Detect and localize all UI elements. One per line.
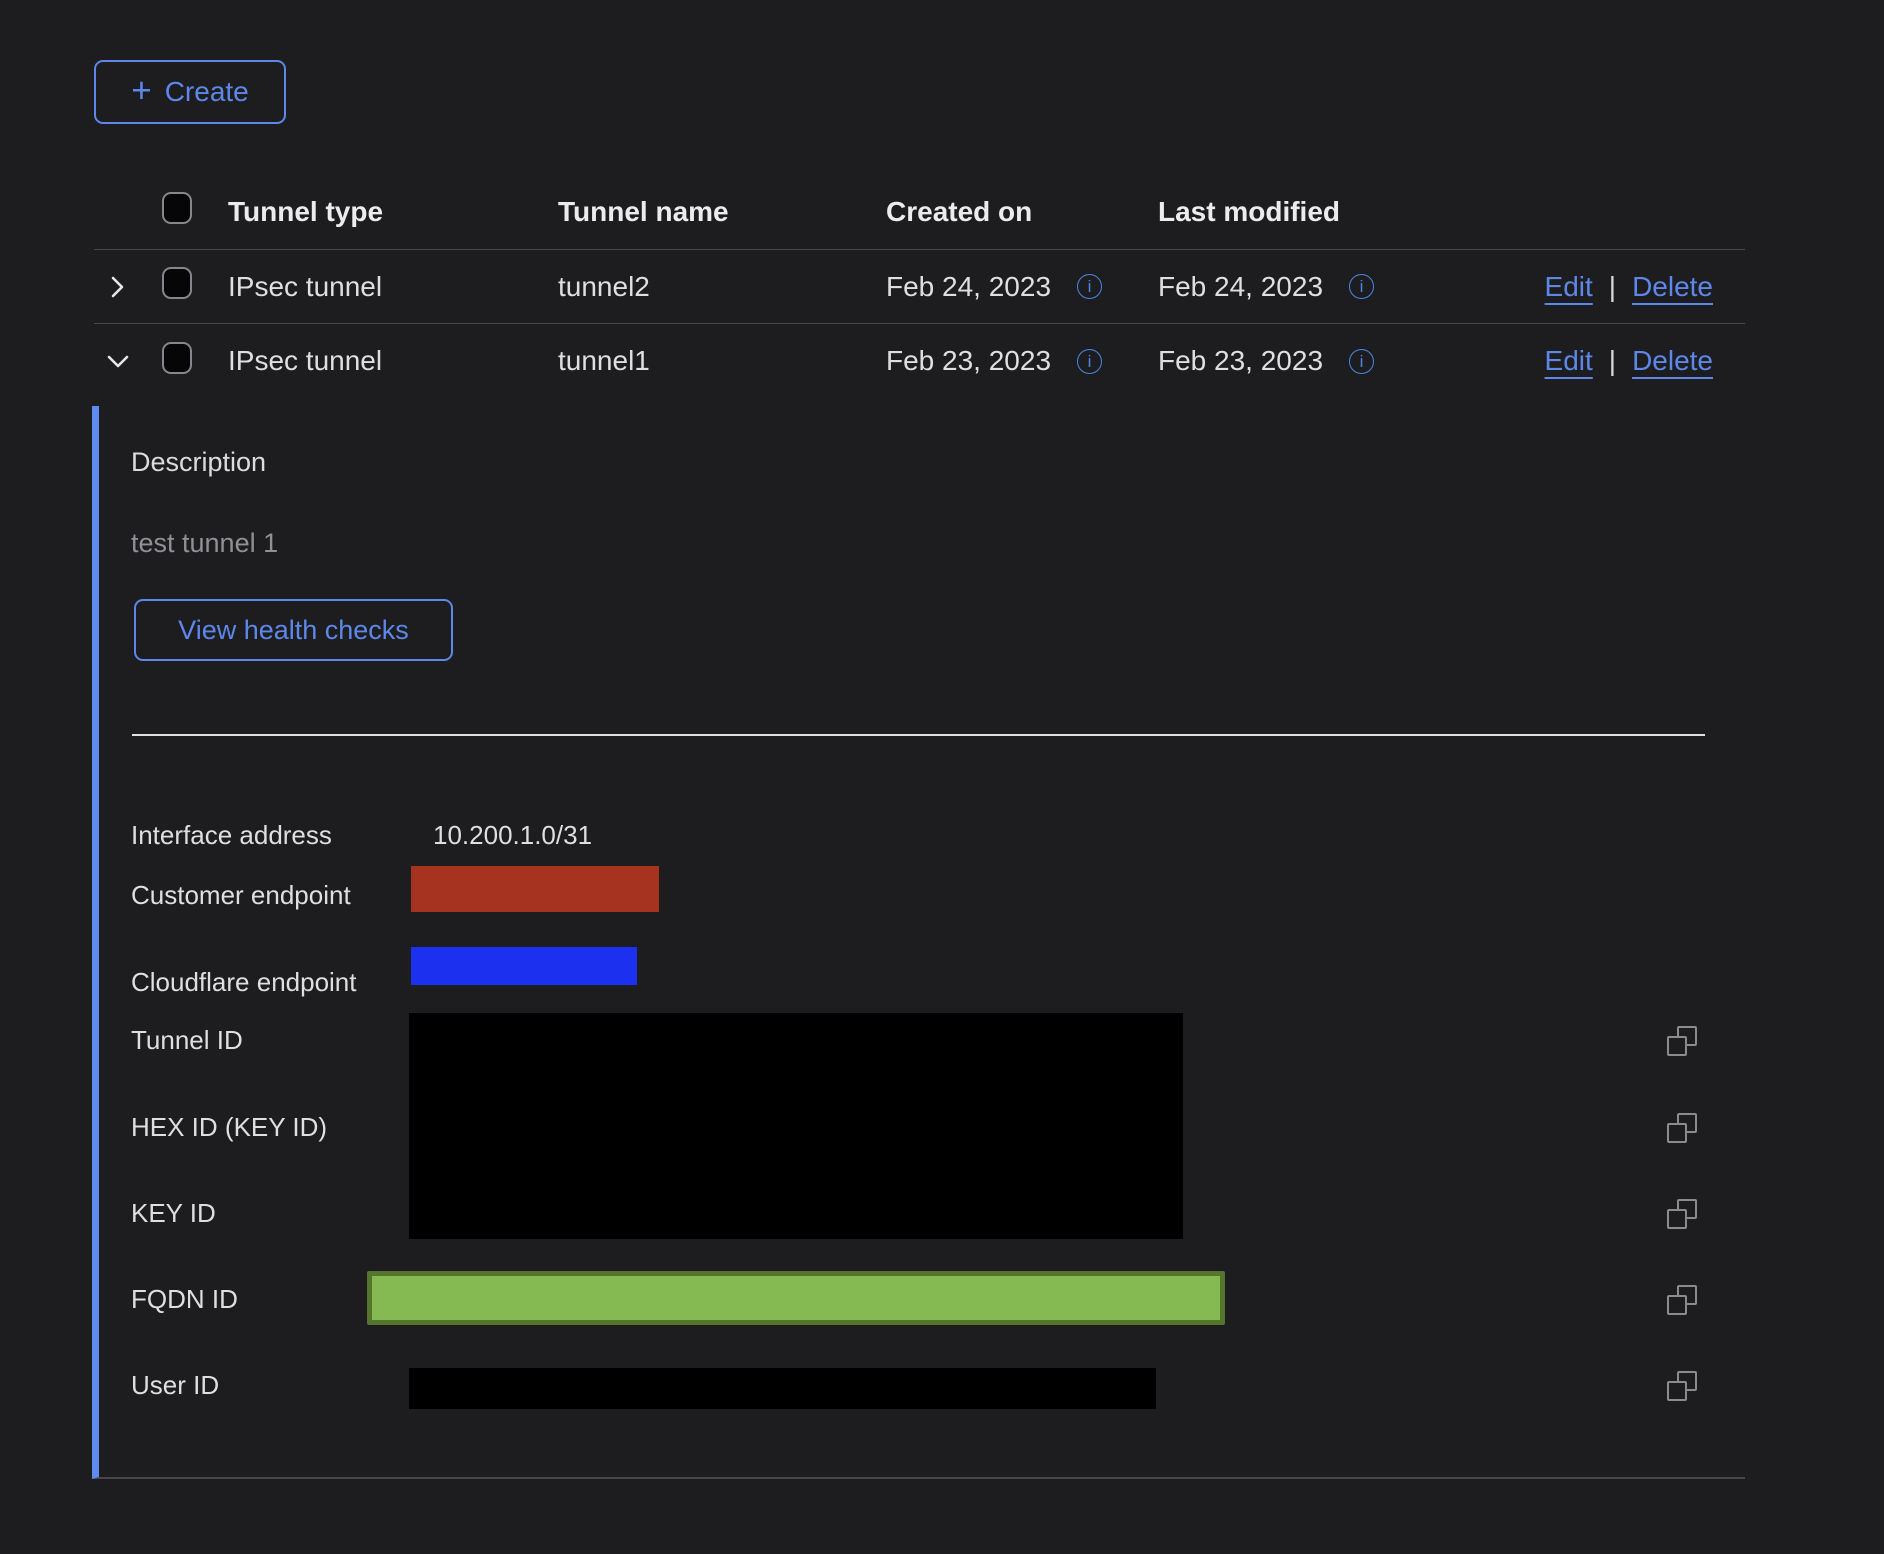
hex-id-label: HEX ID (KEY ID)	[131, 1112, 327, 1142]
copy-icon[interactable]	[1667, 1371, 1697, 1401]
table-header-row: Tunnel type Tunnel name Created on Last …	[94, 174, 1745, 250]
create-button[interactable]: + Create	[94, 60, 286, 124]
select-all-checkbox[interactable]	[162, 192, 192, 224]
edit-link[interactable]: Edit	[1545, 345, 1593, 377]
create-button-label: Create	[165, 76, 249, 108]
cloudflare-endpoint-redaction	[411, 947, 637, 985]
column-header-tunnel-name: Tunnel name	[558, 196, 886, 228]
ids-redaction	[409, 1013, 1183, 1239]
cloudflare-endpoint-label: Cloudflare endpoint	[131, 967, 357, 997]
action-separator: |	[1609, 345, 1616, 377]
delete-link[interactable]: Delete	[1632, 345, 1713, 377]
table-row-tunnel2: IPsec tunnel tunnel2 Feb 24, 2023 i Feb …	[94, 250, 1745, 324]
info-icon[interactable]: i	[1349, 274, 1374, 299]
copy-icon[interactable]	[1667, 1199, 1697, 1229]
table-row-tunnel1: IPsec tunnel tunnel1 Feb 23, 2023 i Feb …	[94, 324, 1745, 398]
user-id-label: User ID	[131, 1370, 219, 1400]
collapse-row-button[interactable]	[94, 348, 146, 374]
interface-address-value: 10.200.1.0/31	[433, 820, 592, 850]
user-id-redaction	[409, 1368, 1156, 1409]
fqdn-id-redaction	[367, 1271, 1225, 1325]
created-on-value: Feb 23, 2023	[886, 345, 1051, 377]
action-separator: |	[1609, 271, 1616, 303]
description-label: Description	[131, 447, 266, 478]
tunnel-id-label: Tunnel ID	[131, 1025, 243, 1055]
column-header-created-on: Created on	[886, 196, 1158, 228]
last-modified-value: Feb 24, 2023	[1158, 271, 1323, 303]
plus-icon: +	[131, 73, 151, 108]
tunnel-name-cell: tunnel1	[558, 345, 886, 377]
info-icon[interactable]: i	[1077, 274, 1102, 299]
row-checkbox[interactable]	[162, 267, 192, 299]
info-icon[interactable]: i	[1077, 349, 1102, 374]
copy-icon[interactable]	[1667, 1026, 1697, 1056]
tunnels-table: Tunnel type Tunnel name Created on Last …	[94, 174, 1745, 1479]
customer-endpoint-label: Customer endpoint	[131, 880, 351, 910]
tunnel-type-cell: IPsec tunnel	[228, 345, 558, 377]
chevron-down-icon	[105, 348, 131, 374]
key-id-label: KEY ID	[131, 1198, 216, 1228]
expanded-row-panel: Description test tunnel 1 View health ch…	[92, 406, 1745, 1479]
row-checkbox[interactable]	[162, 342, 192, 374]
view-health-checks-button[interactable]: View health checks	[134, 599, 453, 661]
created-on-value: Feb 24, 2023	[886, 271, 1051, 303]
edit-link[interactable]: Edit	[1545, 271, 1593, 303]
copy-icon[interactable]	[1667, 1285, 1697, 1315]
column-header-last-modified: Last modified	[1158, 196, 1540, 228]
tunnel-name-cell: tunnel2	[558, 271, 886, 303]
fqdn-id-label: FQDN ID	[131, 1284, 238, 1314]
delete-link[interactable]: Delete	[1632, 271, 1713, 303]
tunnels-page: + Create Tunnel type Tunnel name Created…	[0, 0, 1884, 1479]
expand-row-button[interactable]	[94, 273, 146, 301]
section-divider	[132, 734, 1705, 736]
description-value: test tunnel 1	[131, 528, 278, 559]
copy-icon[interactable]	[1667, 1113, 1697, 1143]
last-modified-value: Feb 23, 2023	[1158, 345, 1323, 377]
column-header-tunnel-type: Tunnel type	[228, 196, 558, 228]
info-icon[interactable]: i	[1349, 349, 1374, 374]
interface-address-label: Interface address	[131, 820, 332, 850]
customer-endpoint-redaction	[411, 866, 659, 912]
tunnel-type-cell: IPsec tunnel	[228, 271, 558, 303]
chevron-right-icon	[105, 273, 129, 301]
